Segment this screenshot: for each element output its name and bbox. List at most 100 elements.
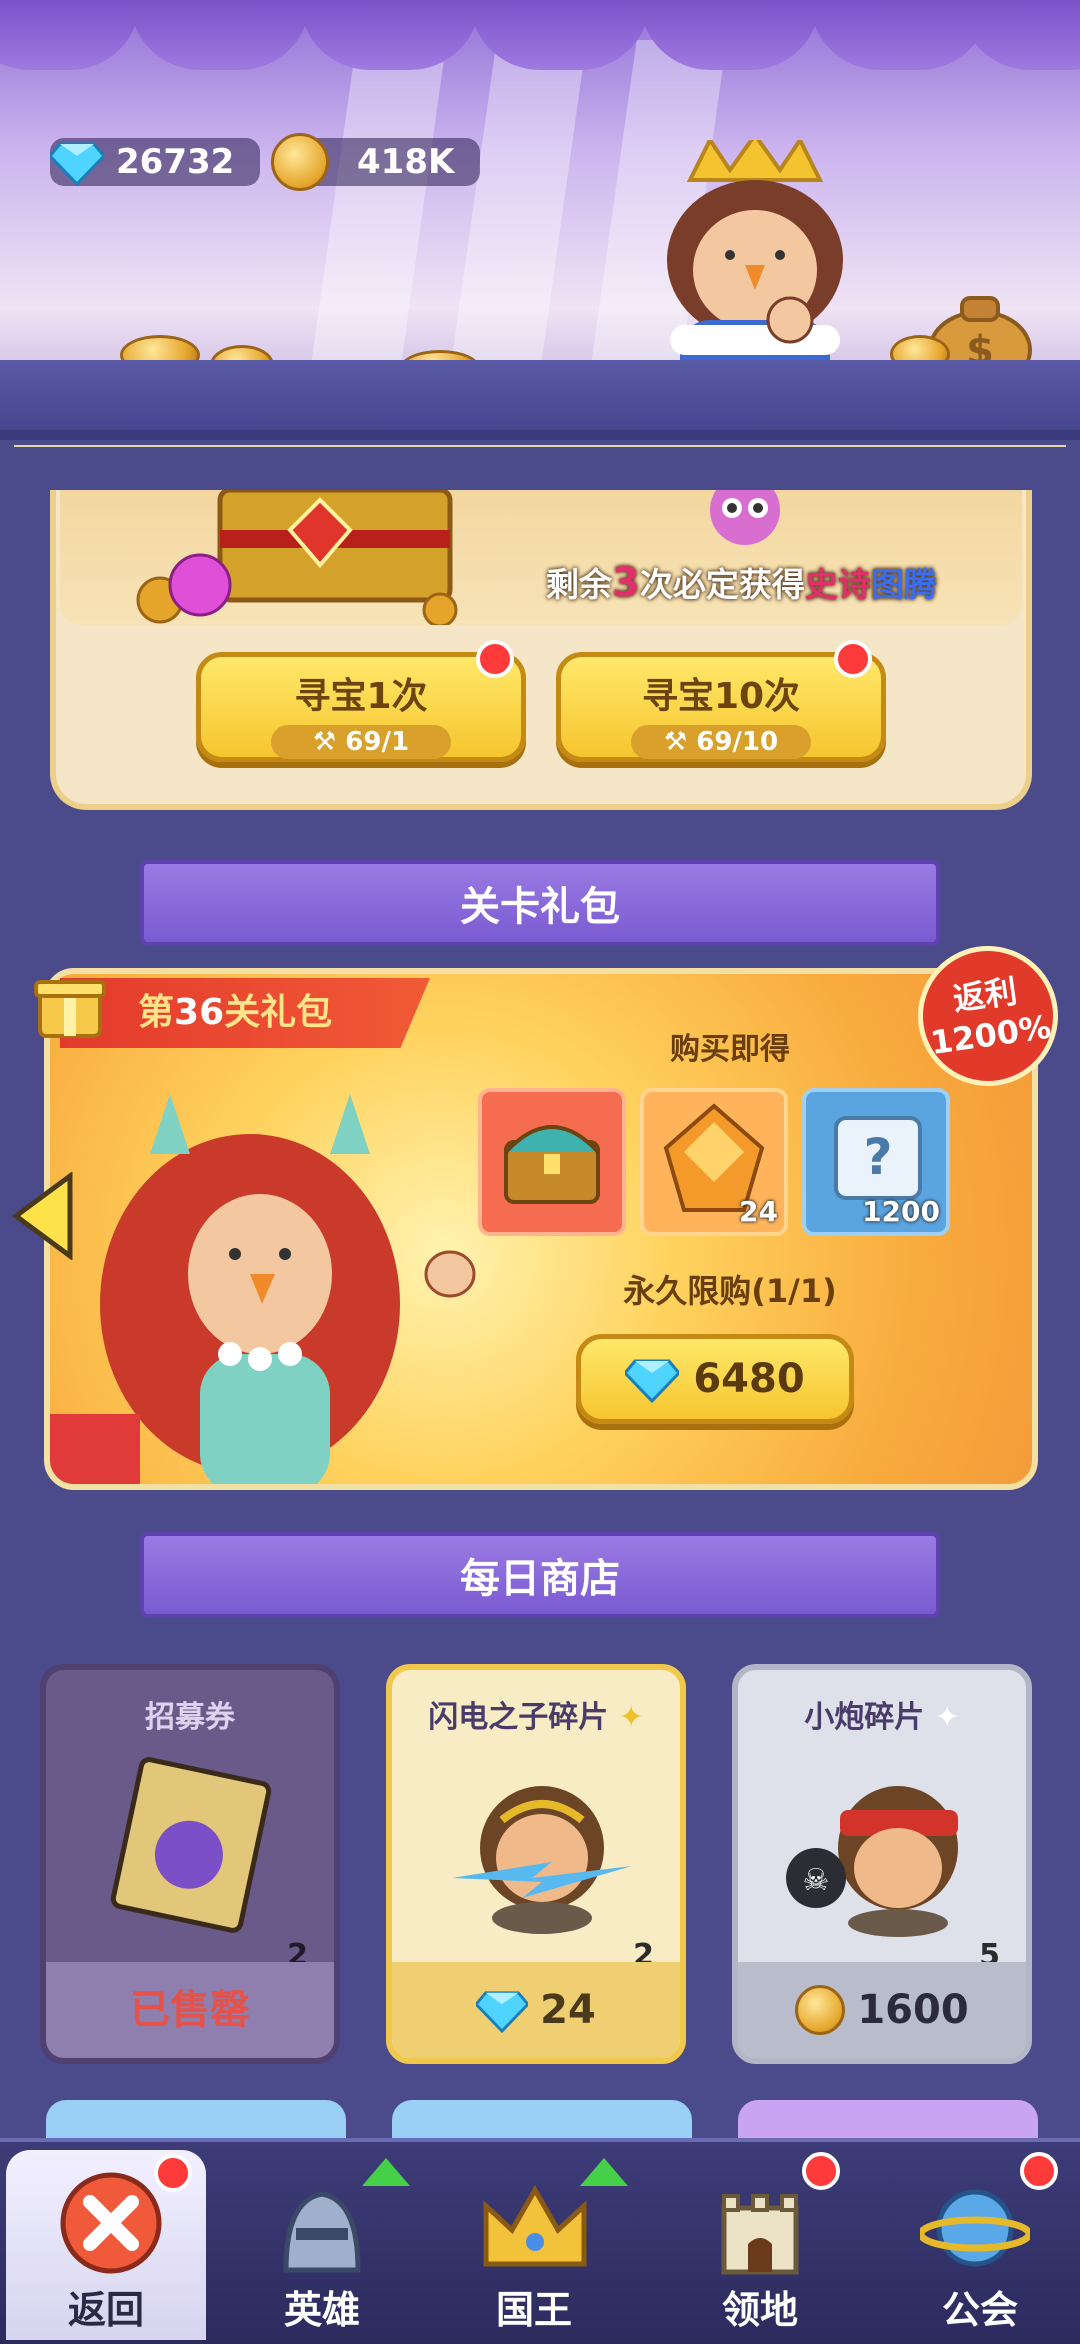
gold-coin-icon bbox=[271, 133, 329, 191]
notice-prefix: 剩余 bbox=[546, 565, 612, 604]
label-suffix: 关礼包 bbox=[224, 992, 333, 1033]
diamond-icon bbox=[625, 1359, 680, 1403]
treasure-banner-art: 剩余3次必定获得史诗图腾 bbox=[60, 490, 1022, 625]
section-title: 每日商店 bbox=[460, 1556, 620, 1602]
nav-guild[interactable]: 公会 bbox=[880, 2150, 1080, 2340]
nav-label: 公会 bbox=[941, 2288, 1018, 2332]
curtain bbox=[300, 0, 480, 70]
gold-counter: 418K bbox=[271, 133, 480, 191]
price-footer: 24 bbox=[392, 1962, 680, 2058]
nav-king[interactable]: 国王 bbox=[434, 2150, 634, 2340]
upgrade-arrow-icon bbox=[362, 2158, 410, 2186]
button-label: 寻宝1次 bbox=[294, 676, 428, 717]
nav-label: 英雄 bbox=[283, 2288, 360, 2332]
pack-price: 6480 bbox=[693, 1356, 805, 1402]
item-title-text: 闪电之子碎片 bbox=[428, 1700, 609, 1735]
notice-count: 3 bbox=[612, 560, 640, 606]
item-title: 闪电之子碎片 ✦ bbox=[392, 1692, 680, 1736]
nav-label: 返回 bbox=[67, 2288, 144, 2332]
cannon-hero-portrait: ☠ bbox=[786, 1786, 958, 1937]
item-price: 24 bbox=[540, 1987, 596, 2033]
item-title-text: 小炮碎片 bbox=[804, 1700, 925, 1735]
diamond-icon bbox=[476, 1991, 529, 2033]
mermaid-hero-art bbox=[50, 1094, 476, 1484]
item-count: 24 bbox=[739, 1195, 778, 1228]
chevron-left-icon bbox=[11, 1171, 73, 1261]
notification-dot bbox=[834, 640, 872, 678]
gold-amount: 418K bbox=[357, 142, 455, 182]
top-banner: $ 26732 418K bbox=[0, 0, 1080, 440]
buy-hint: 购买即得 bbox=[670, 1032, 790, 1067]
notification-dot bbox=[802, 2152, 840, 2190]
shop-card-peek bbox=[392, 2100, 692, 2140]
nav-territory[interactable]: 领地 bbox=[660, 2150, 860, 2340]
shop-item-recruit-ticket[interactable]: 招募券 2 已售罄 bbox=[40, 1664, 340, 2064]
cost-value: 69/1 bbox=[345, 727, 410, 757]
notification-dot bbox=[154, 2154, 192, 2192]
label-stage-num: 36 bbox=[174, 992, 225, 1033]
nav-label: 国王 bbox=[495, 2288, 572, 2332]
wand-icon: ⚒ bbox=[312, 727, 337, 757]
gift-box-icon bbox=[34, 980, 106, 1038]
upgrade-arrow-icon bbox=[580, 2158, 628, 2186]
gem-counter: 26732 bbox=[50, 138, 260, 186]
stage-pack-header: 关卡礼包 bbox=[140, 860, 940, 946]
nav-back[interactable]: 返回 bbox=[6, 2150, 206, 2340]
shop-item-lightning-shard[interactable]: 闪电之子碎片 ✦ 2 24 bbox=[386, 1664, 686, 2064]
stage-floor bbox=[0, 360, 1080, 440]
sold-out-label: 已售罄 bbox=[46, 1962, 334, 2058]
treasure-1x-button[interactable]: 寻宝1次 ⚒ 69/1 bbox=[196, 652, 526, 762]
prev-arrow[interactable] bbox=[0, 1171, 80, 1261]
curtain bbox=[960, 0, 1080, 70]
stage-edge bbox=[0, 430, 1080, 440]
frame-divider bbox=[14, 445, 1066, 447]
notice-highlight-1: 史诗 bbox=[804, 565, 871, 604]
treasure-chest-icon bbox=[136, 490, 458, 625]
curtain bbox=[0, 0, 140, 70]
svg-text:?: ? bbox=[863, 1128, 892, 1186]
button-cost: ⚒ 69/1 bbox=[271, 725, 451, 759]
owl-totem-icon bbox=[710, 490, 780, 545]
notification-dot bbox=[476, 640, 514, 678]
curtain bbox=[130, 0, 310, 70]
purchase-limit: 永久限购(1/1) bbox=[623, 1272, 837, 1310]
treasure-chest-icon bbox=[504, 1125, 600, 1204]
button-cost: ⚒ 69/10 bbox=[631, 725, 811, 759]
buy-pack-button[interactable]: 6480 bbox=[576, 1334, 854, 1424]
item-price: 1600 bbox=[857, 1987, 969, 2033]
diamond-icon bbox=[50, 142, 104, 186]
section-title: 关卡礼包 bbox=[460, 884, 620, 930]
planet-icon bbox=[920, 2189, 1030, 2267]
castle-icon bbox=[721, 2194, 799, 2275]
shop-item-cannon-shard[interactable]: 小炮碎片 ✦ ☠ 5 1600 bbox=[732, 1664, 1032, 2064]
svg-text:☠: ☠ bbox=[803, 1863, 830, 1898]
notice-highlight-2: 图腾 bbox=[870, 565, 937, 604]
price-footer: 1600 bbox=[738, 1962, 1026, 2058]
item-count: 1200 bbox=[862, 1195, 940, 1228]
knight-helmet-icon bbox=[283, 2191, 361, 2273]
puzzle-piece-icon: ✦ bbox=[934, 1700, 960, 1735]
notification-dot bbox=[1020, 2152, 1058, 2190]
notice-mid: 次必定获得 bbox=[639, 565, 805, 604]
reward-tile[interactable]: 24 bbox=[640, 1088, 788, 1236]
gold-coin-icon bbox=[795, 1985, 846, 2035]
guarantee-notice: 剩余3次必定获得史诗图腾 bbox=[546, 558, 1026, 608]
wand-icon: ⚒ bbox=[663, 727, 688, 757]
shop-card-peek bbox=[738, 2100, 1038, 2140]
nav-label: 领地 bbox=[721, 2288, 798, 2332]
daily-shop-header: 每日商店 bbox=[140, 1532, 940, 1618]
king-character bbox=[667, 140, 843, 380]
nav-heroes[interactable]: 英雄 bbox=[222, 2150, 422, 2340]
button-label: 寻宝10次 bbox=[641, 676, 801, 717]
crown-icon bbox=[483, 2184, 587, 2267]
reward-tile[interactable] bbox=[478, 1088, 626, 1236]
lightning-hero-portrait bbox=[452, 1786, 632, 1934]
close-icon bbox=[60, 2172, 162, 2274]
reward-tile[interactable]: ? 1200 bbox=[802, 1088, 950, 1236]
item-title: 招募券 bbox=[145, 1700, 235, 1735]
recruit-ticket-icon bbox=[110, 1757, 272, 1933]
pack-title-label: 第36关礼包 bbox=[60, 978, 430, 1048]
shop-card-peek bbox=[46, 2100, 346, 2140]
puzzle-piece-icon: ✦ bbox=[618, 1700, 644, 1735]
label-prefix: 第 bbox=[138, 992, 175, 1033]
